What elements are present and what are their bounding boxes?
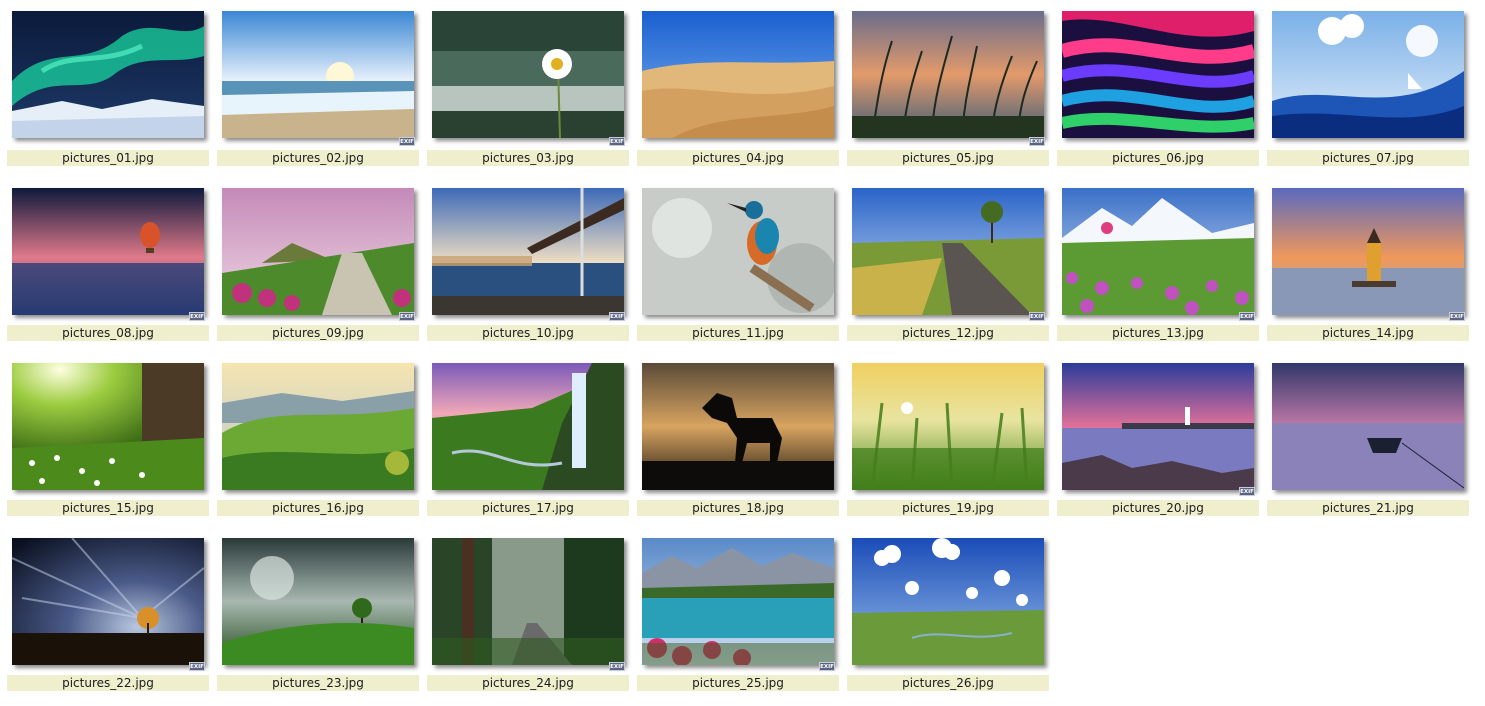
file-item[interactable]: pictures_15.jpg bbox=[7, 359, 209, 524]
file-item[interactable]: EXIF pictures_08.jpg bbox=[7, 184, 209, 349]
file-thumbnail-grid: pictures_01.jpg EXIF pictures_02.jpg EXIF… bbox=[0, 0, 1485, 706]
file-item[interactable]: EXIF pictures_03.jpg bbox=[427, 9, 629, 174]
file-name-label[interactable]: pictures_01.jpg bbox=[7, 150, 209, 166]
thumbnail-image[interactable] bbox=[1272, 11, 1464, 138]
file-name-label[interactable]: pictures_18.jpg bbox=[637, 500, 839, 516]
file-item[interactable]: EXIF pictures_25.jpg bbox=[637, 534, 839, 699]
file-name-label[interactable]: pictures_19.jpg bbox=[847, 500, 1049, 516]
thumbnail-image[interactable] bbox=[222, 363, 414, 490]
file-item[interactable]: pictures_19.jpg bbox=[847, 359, 1049, 524]
file-item[interactable]: EXIF pictures_20.jpg bbox=[1057, 359, 1259, 524]
file-item[interactable]: EXIF pictures_10.jpg bbox=[427, 184, 629, 349]
file-name-label[interactable]: pictures_23.jpg bbox=[217, 675, 419, 691]
file-item[interactable]: pictures_23.jpg bbox=[217, 534, 419, 699]
file-name-label[interactable]: pictures_16.jpg bbox=[217, 500, 419, 516]
file-item[interactable]: pictures_16.jpg bbox=[217, 359, 419, 524]
file-name-label[interactable]: pictures_08.jpg bbox=[7, 325, 209, 341]
thumbnail-image[interactable] bbox=[12, 538, 204, 665]
file-name-label[interactable]: pictures_04.jpg bbox=[637, 150, 839, 166]
exif-badge: EXIF bbox=[1029, 137, 1045, 146]
file-item[interactable]: pictures_07.jpg bbox=[1267, 9, 1469, 174]
file-name-label[interactable]: pictures_17.jpg bbox=[427, 500, 629, 516]
thumbnail-image[interactable] bbox=[432, 538, 624, 665]
exif-badge: EXIF bbox=[609, 312, 625, 321]
thumbnail-image[interactable] bbox=[1272, 363, 1464, 490]
file-item[interactable]: pictures_06.jpg bbox=[1057, 9, 1259, 174]
file-item[interactable]: EXIF pictures_22.jpg bbox=[7, 534, 209, 699]
file-name-label[interactable]: pictures_24.jpg bbox=[427, 675, 629, 691]
exif-badge: EXIF bbox=[399, 312, 415, 321]
thumbnail-image[interactable] bbox=[12, 363, 204, 490]
file-name-label[interactable]: pictures_14.jpg bbox=[1267, 325, 1469, 341]
file-name-label[interactable]: pictures_21.jpg bbox=[1267, 500, 1469, 516]
file-name-label[interactable]: pictures_22.jpg bbox=[7, 675, 209, 691]
file-item[interactable]: EXIF pictures_24.jpg bbox=[427, 534, 629, 699]
thumbnail-image[interactable] bbox=[642, 363, 834, 490]
thumbnail-image[interactable] bbox=[1272, 188, 1464, 315]
thumbnail-image[interactable] bbox=[642, 538, 834, 665]
exif-badge: EXIF bbox=[609, 137, 625, 146]
file-item[interactable]: pictures_04.jpg bbox=[637, 9, 839, 174]
exif-badge: EXIF bbox=[189, 312, 205, 321]
file-name-label[interactable]: pictures_12.jpg bbox=[847, 325, 1049, 341]
thumbnail-image[interactable] bbox=[432, 188, 624, 315]
file-item[interactable]: EXIF pictures_13.jpg bbox=[1057, 184, 1259, 349]
exif-badge: EXIF bbox=[1239, 487, 1255, 496]
thumbnail-image[interactable] bbox=[1062, 188, 1254, 315]
exif-badge: EXIF bbox=[1239, 312, 1255, 321]
file-item[interactable]: pictures_26.jpg bbox=[847, 534, 1049, 699]
thumbnail-image[interactable] bbox=[1062, 11, 1254, 138]
exif-badge: EXIF bbox=[609, 662, 625, 671]
file-item[interactable]: pictures_17.jpg bbox=[427, 359, 629, 524]
thumbnail-image[interactable] bbox=[642, 188, 834, 315]
thumbnail-image[interactable] bbox=[852, 363, 1044, 490]
thumbnail-image[interactable] bbox=[1062, 363, 1254, 490]
exif-badge: EXIF bbox=[819, 662, 835, 671]
file-item[interactable]: EXIF pictures_09.jpg bbox=[217, 184, 419, 349]
thumbnail-image[interactable] bbox=[222, 11, 414, 138]
thumbnail-image[interactable] bbox=[222, 538, 414, 665]
file-item[interactable]: pictures_01.jpg bbox=[7, 9, 209, 174]
file-item[interactable]: pictures_18.jpg bbox=[637, 359, 839, 524]
exif-badge: EXIF bbox=[1449, 312, 1465, 321]
thumbnail-image[interactable] bbox=[852, 11, 1044, 138]
file-name-label[interactable]: pictures_26.jpg bbox=[847, 675, 1049, 691]
thumbnail-image[interactable] bbox=[12, 11, 204, 138]
thumbnail-image[interactable] bbox=[432, 11, 624, 138]
exif-badge: EXIF bbox=[1029, 312, 1045, 321]
file-item[interactable]: EXIF pictures_14.jpg bbox=[1267, 184, 1469, 349]
thumbnail-image[interactable] bbox=[852, 538, 1044, 665]
file-name-label[interactable]: pictures_25.jpg bbox=[637, 675, 839, 691]
exif-badge: EXIF bbox=[189, 662, 205, 671]
file-name-label[interactable]: pictures_13.jpg bbox=[1057, 325, 1259, 341]
thumbnail-image[interactable] bbox=[432, 363, 624, 490]
file-name-label[interactable]: pictures_07.jpg bbox=[1267, 150, 1469, 166]
file-name-label[interactable]: pictures_06.jpg bbox=[1057, 150, 1259, 166]
file-name-label[interactable]: pictures_09.jpg bbox=[217, 325, 419, 341]
file-name-label[interactable]: pictures_02.jpg bbox=[217, 150, 419, 166]
file-name-label[interactable]: pictures_05.jpg bbox=[847, 150, 1049, 166]
file-item[interactable]: EXIF pictures_02.jpg bbox=[217, 9, 419, 174]
thumbnail-image[interactable] bbox=[12, 188, 204, 315]
file-item[interactable]: pictures_11.jpg bbox=[637, 184, 839, 349]
exif-badge: EXIF bbox=[399, 137, 415, 146]
file-name-label[interactable]: pictures_10.jpg bbox=[427, 325, 629, 341]
file-item[interactable]: pictures_21.jpg bbox=[1267, 359, 1469, 524]
file-item[interactable]: EXIF pictures_05.jpg bbox=[847, 9, 1049, 174]
thumbnail-image[interactable] bbox=[852, 188, 1044, 315]
file-item[interactable]: EXIF pictures_12.jpg bbox=[847, 184, 1049, 349]
thumbnail-image[interactable] bbox=[642, 11, 834, 138]
file-name-label[interactable]: pictures_15.jpg bbox=[7, 500, 209, 516]
file-name-label[interactable]: pictures_20.jpg bbox=[1057, 500, 1259, 516]
file-name-label[interactable]: pictures_11.jpg bbox=[637, 325, 839, 341]
thumbnail-image[interactable] bbox=[222, 188, 414, 315]
file-name-label[interactable]: pictures_03.jpg bbox=[427, 150, 629, 166]
